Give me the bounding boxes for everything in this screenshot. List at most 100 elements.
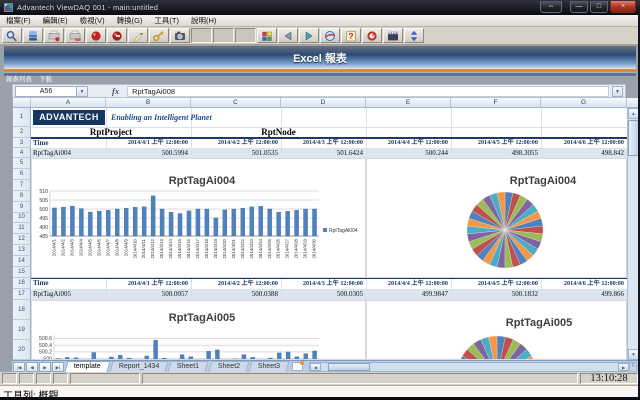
cell-time-2[interactable]: Time xyxy=(33,278,105,289)
cell-ai005-1[interactable]: 500.0388 xyxy=(191,289,281,300)
horizontal-scrollbar[interactable]: ◀ ▶ ‖ xyxy=(309,362,637,372)
sheet-tab-Report_1434[interactable]: Report_1434 xyxy=(109,361,169,372)
row-number-19[interactable]: 19 xyxy=(13,320,31,340)
scroll-down-icon[interactable]: ▼ xyxy=(628,349,638,360)
row-number-11[interactable]: 11 xyxy=(13,223,31,234)
cell-date2-5[interactable]: 2014/4/6 上午 12:00:00 xyxy=(541,278,627,289)
menu-item-2[interactable]: 檢視(V) xyxy=(74,15,111,26)
toolbar-button-snapshot[interactable] xyxy=(170,28,190,43)
cell-ai005-5[interactable]: 499.866 xyxy=(541,289,627,300)
row-number-4[interactable]: 4 xyxy=(13,148,31,158)
sheet-tab-Sheet2[interactable]: Sheet2 xyxy=(208,361,249,372)
expand-formula-bar-icon[interactable]: ▼ xyxy=(612,86,623,97)
row-number-10[interactable]: 10 xyxy=(13,213,31,224)
column-header-E[interactable]: E xyxy=(366,98,451,108)
menu-item-5[interactable]: 說明(H) xyxy=(185,15,222,26)
sheet-tab-Sheet3[interactable]: Sheet3 xyxy=(248,361,289,372)
menu-item-4[interactable]: 工具(T) xyxy=(148,15,185,26)
cell-date1-4[interactable]: 2014/4/5 上午 12:00:00 xyxy=(451,138,541,148)
maximize-button[interactable]: □ xyxy=(590,1,608,13)
column-header-D[interactable]: D xyxy=(281,98,366,108)
row-number-1[interactable]: 1 xyxy=(13,108,31,127)
menu-item-0[interactable]: 檔案(F) xyxy=(0,15,37,26)
toggle-menu-button[interactable]: ⇔ xyxy=(540,1,562,13)
insert-worksheet-icon[interactable] xyxy=(292,362,303,371)
row-number-16[interactable]: 16 xyxy=(13,278,31,289)
toolbar-button-gauge[interactable] xyxy=(362,28,382,43)
select-all-corner[interactable] xyxy=(13,98,31,108)
toolbar-button-forward[interactable] xyxy=(299,28,319,43)
toolbar-button-print-chart[interactable] xyxy=(65,28,85,43)
column-header-B[interactable]: B xyxy=(106,98,191,108)
row-number-17[interactable]: 17 xyxy=(13,289,31,300)
cell-ai004-2[interactable]: 501.6424 xyxy=(281,148,366,158)
close-button[interactable]: × xyxy=(610,1,636,13)
cell-ai005-4[interactable]: 500.1832 xyxy=(451,289,541,300)
cell-ai004-5[interactable]: 498.842 xyxy=(541,148,627,158)
row-number-3[interactable]: 3 xyxy=(13,138,31,148)
cell-date2-2[interactable]: 2014/4/3 上午 12:00:00 xyxy=(281,278,366,289)
cell-ai005-0[interactable]: 500.0057 xyxy=(106,289,191,300)
row-number-8[interactable]: 8 xyxy=(13,191,31,202)
first-sheet-icon[interactable]: |◀ xyxy=(13,362,25,372)
cell-ai004-1[interactable]: 501.0535 xyxy=(191,148,281,158)
toolbar-button-back[interactable] xyxy=(278,28,298,43)
cell-name-box[interactable]: A56 xyxy=(15,86,77,97)
row-number-20[interactable]: 20 xyxy=(13,340,31,360)
cell-rpttagai004[interactable]: RptTagAi004 xyxy=(33,148,105,158)
toolbar-button-zoom[interactable] xyxy=(2,28,22,43)
menu-item-3[interactable]: 轉換(G) xyxy=(111,15,149,26)
sheet-tab-template[interactable]: template xyxy=(64,361,110,372)
toolbar-button-media[interactable] xyxy=(383,28,403,43)
cell-date2-3[interactable]: 2014/4/4 上午 12:00:00 xyxy=(366,278,451,289)
column-header-F[interactable]: F xyxy=(451,98,541,108)
cell-date1-3[interactable]: 2014/4/4 上午 12:00:00 xyxy=(366,138,451,148)
name-box-dropdown-icon[interactable]: ▼ xyxy=(77,86,88,97)
tab-split-handle[interactable]: ‖ xyxy=(629,363,636,371)
insert-function-icon[interactable]: fx xyxy=(112,86,119,96)
cell-date1-2[interactable]: 2014/4/3 上午 12:00:00 xyxy=(281,138,366,148)
toolbar-button-record-alt[interactable] xyxy=(107,28,127,43)
row-number-2[interactable]: 2 xyxy=(13,127,31,138)
vertical-scrollbar[interactable]: ▲▼ xyxy=(627,108,638,360)
last-sheet-icon[interactable]: ▶| xyxy=(52,362,64,372)
next-sheet-icon[interactable]: ▶ xyxy=(39,362,51,372)
row-number-12[interactable]: 12 xyxy=(13,234,31,245)
cell-date1-0[interactable]: 2014/4/1 上午 12:00:00 xyxy=(106,138,191,148)
cell-date2-0[interactable]: 2014/4/1 上午 12:00:00 xyxy=(106,278,191,289)
toolbar-button-updown[interactable] xyxy=(404,28,424,43)
column-header-G[interactable]: G xyxy=(541,98,627,108)
minimize-button[interactable]: — xyxy=(570,1,588,13)
cell-date2-4[interactable]: 2014/4/5 上午 12:00:00 xyxy=(451,278,541,289)
scroll-left-icon[interactable]: ◀ xyxy=(310,363,321,371)
row-number-6[interactable]: 6 xyxy=(13,169,31,180)
toolbar-button-database[interactable] xyxy=(23,28,43,43)
cell-ai005-3[interactable]: 499.9847 xyxy=(366,289,451,300)
cell-date1-1[interactable]: 2014/4/2 上午 12:00:00 xyxy=(191,138,281,148)
cell-date1-5[interactable]: 2014/4/6 上午 12:00:00 xyxy=(541,138,627,148)
report-link-1[interactable]: 下載 xyxy=(39,76,52,84)
report-link-0[interactable]: 報表列表 xyxy=(6,76,32,84)
cell-ai004-0[interactable]: 500.5994 xyxy=(106,148,191,158)
cell-time-1[interactable]: Time xyxy=(33,138,105,148)
rptnode-header[interactable]: RptNode xyxy=(191,127,366,138)
row-number-9[interactable]: 9 xyxy=(13,202,31,213)
menu-item-1[interactable]: 編輯(E) xyxy=(37,15,74,26)
toolbar-button-pen[interactable] xyxy=(128,28,148,43)
column-header-A[interactable]: A xyxy=(31,98,106,108)
row-number-14[interactable]: 14 xyxy=(13,256,31,267)
vertical-scroll-thumb[interactable] xyxy=(628,120,638,156)
toolbar-button-help[interactable]: ? xyxy=(341,28,361,43)
row-number-13[interactable]: 13 xyxy=(13,245,31,256)
row-number-5[interactable]: 5 xyxy=(13,158,31,169)
formula-input[interactable]: RptTagAi008 xyxy=(127,86,609,97)
toolbar-button-print-report[interactable] xyxy=(44,28,64,43)
cell-rpttagai005[interactable]: RptTagAi005 xyxy=(33,289,105,300)
scroll-up-icon[interactable]: ▲ xyxy=(628,108,638,119)
toolbar-button-key[interactable] xyxy=(149,28,169,43)
row-number-15[interactable]: 15 xyxy=(13,267,31,278)
rptproject-header[interactable]: RptProject xyxy=(31,127,191,138)
row-number-18[interactable]: 18 xyxy=(13,300,31,320)
horizontal-scroll-thumb[interactable] xyxy=(328,363,370,371)
toolbar-button-record[interactable] xyxy=(86,28,106,43)
